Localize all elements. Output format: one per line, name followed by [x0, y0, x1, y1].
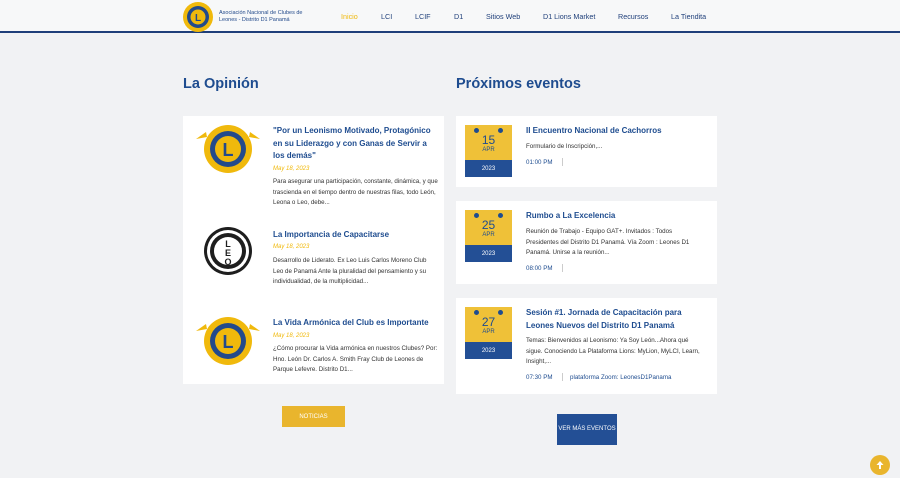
site-header: L Asociación Nacional de Clubes de Leone…	[0, 0, 900, 33]
svg-text:O: O	[224, 257, 231, 267]
separator	[562, 264, 563, 272]
opinion-item-date: May 18, 2023	[273, 166, 310, 172]
logo-text: Asociación Nacional de Clubes de Leones …	[219, 10, 303, 23]
event-year: 2023	[465, 245, 512, 262]
separator	[562, 373, 563, 381]
event-location: plataforma Zoom: LeonesD1Panama	[570, 374, 672, 381]
event-title[interactable]: Sesión #1. Jornada de Capacitación para …	[526, 307, 706, 332]
opinion-panel: L "Por un Leonismo Motivado, Protagónico…	[183, 116, 444, 384]
nav-item-d1-lions-market[interactable]: D1 Lions Market	[543, 12, 595, 21]
nav-item-inicio[interactable]: Inicio	[341, 12, 358, 21]
svg-text:L: L	[223, 140, 234, 160]
nav-item-lci[interactable]: LCI	[381, 12, 392, 21]
leo-club-logo-icon: L E O	[204, 227, 252, 275]
event-card: 15 APR 2023 II Encuentro Nacional de Cac…	[456, 116, 717, 187]
opinion-item-excerpt: Para asegurar una participación, constan…	[273, 178, 438, 206]
event-year: 2023	[465, 342, 512, 359]
arrow-up-icon	[876, 461, 884, 469]
opinion-item-title[interactable]: "Por un Leonismo Motivado, Protagónico e…	[273, 125, 437, 163]
scroll-to-top-button[interactable]	[870, 455, 890, 475]
opinion-item-date: May 18, 2023	[273, 244, 310, 250]
svg-text:L: L	[223, 332, 234, 352]
opinion-item-excerpt: ¿Cómo procurar la Vida armónica en nuest…	[273, 345, 438, 373]
event-description: Formulario de Inscripción,...	[526, 143, 603, 150]
opinion-item-date: May 18, 2023	[273, 333, 310, 339]
site-logo-link[interactable]: L Asociación Nacional de Clubes de Leone…	[182, 1, 314, 33]
event-day: 15	[481, 133, 496, 147]
nav-item-lcif[interactable]: LCIF	[415, 12, 431, 21]
event-description: Reunión de Trabajo - Equipo GAT+. Invita…	[526, 228, 690, 256]
event-card: 25 APR 2023 Rumbo a La Excelencia Reunió…	[456, 201, 717, 284]
opinion-item-title[interactable]: La Vida Armónica del Club es Importante	[273, 317, 437, 330]
event-month: APR	[482, 232, 495, 238]
event-card: 27 APR 2023 Sesión #1. Jornada de Capaci…	[456, 298, 717, 394]
event-date-badge: 15 APR 2023	[465, 125, 512, 177]
event-title[interactable]: Rumbo a La Excelencia	[526, 210, 706, 223]
event-time: 07:30 PM	[526, 374, 553, 381]
event-time: 08:00 PM	[526, 265, 553, 272]
event-date-badge: 25 APR 2023	[465, 210, 512, 262]
event-month: APR	[482, 329, 495, 335]
events-section-title: Próximos eventos	[456, 76, 581, 92]
lions-international-logo-icon: L	[196, 125, 260, 173]
event-month: APR	[482, 147, 495, 153]
lions-logo-icon: L	[183, 2, 213, 32]
opinion-section-title: La Opinión	[183, 76, 259, 92]
ver-mas-eventos-button[interactable]: VER MÁS EVENTOS	[557, 414, 617, 445]
event-date-badge: 27 APR 2023	[465, 307, 512, 359]
nav-item-la-tiendita[interactable]: La Tiendita	[671, 12, 706, 21]
nav-item-recursos[interactable]: Recursos	[618, 12, 648, 21]
separator	[562, 158, 563, 166]
event-day: 27	[481, 315, 496, 329]
event-time: 01:00 PM	[526, 159, 553, 166]
event-year: 2023	[465, 160, 512, 177]
nav-item-d1[interactable]: D1	[454, 12, 463, 21]
lions-international-logo-icon: L	[196, 317, 260, 365]
svg-text:L: L	[195, 13, 201, 24]
event-title[interactable]: II Encuentro Nacional de Cachorros	[526, 125, 706, 138]
noticias-button[interactable]: NOTICIAS	[282, 406, 345, 427]
opinion-item-title[interactable]: La Importancia de Capacitarse	[273, 229, 437, 242]
event-description: Temas: Bienvenidos al Leonismo: Ya Soy L…	[526, 337, 700, 365]
event-day: 25	[481, 218, 496, 232]
nav-item-sitios-web[interactable]: Sitios Web	[486, 12, 520, 21]
opinion-item-excerpt: Desarrollo de Liderato. Ex Leo Luis Carl…	[273, 257, 427, 285]
